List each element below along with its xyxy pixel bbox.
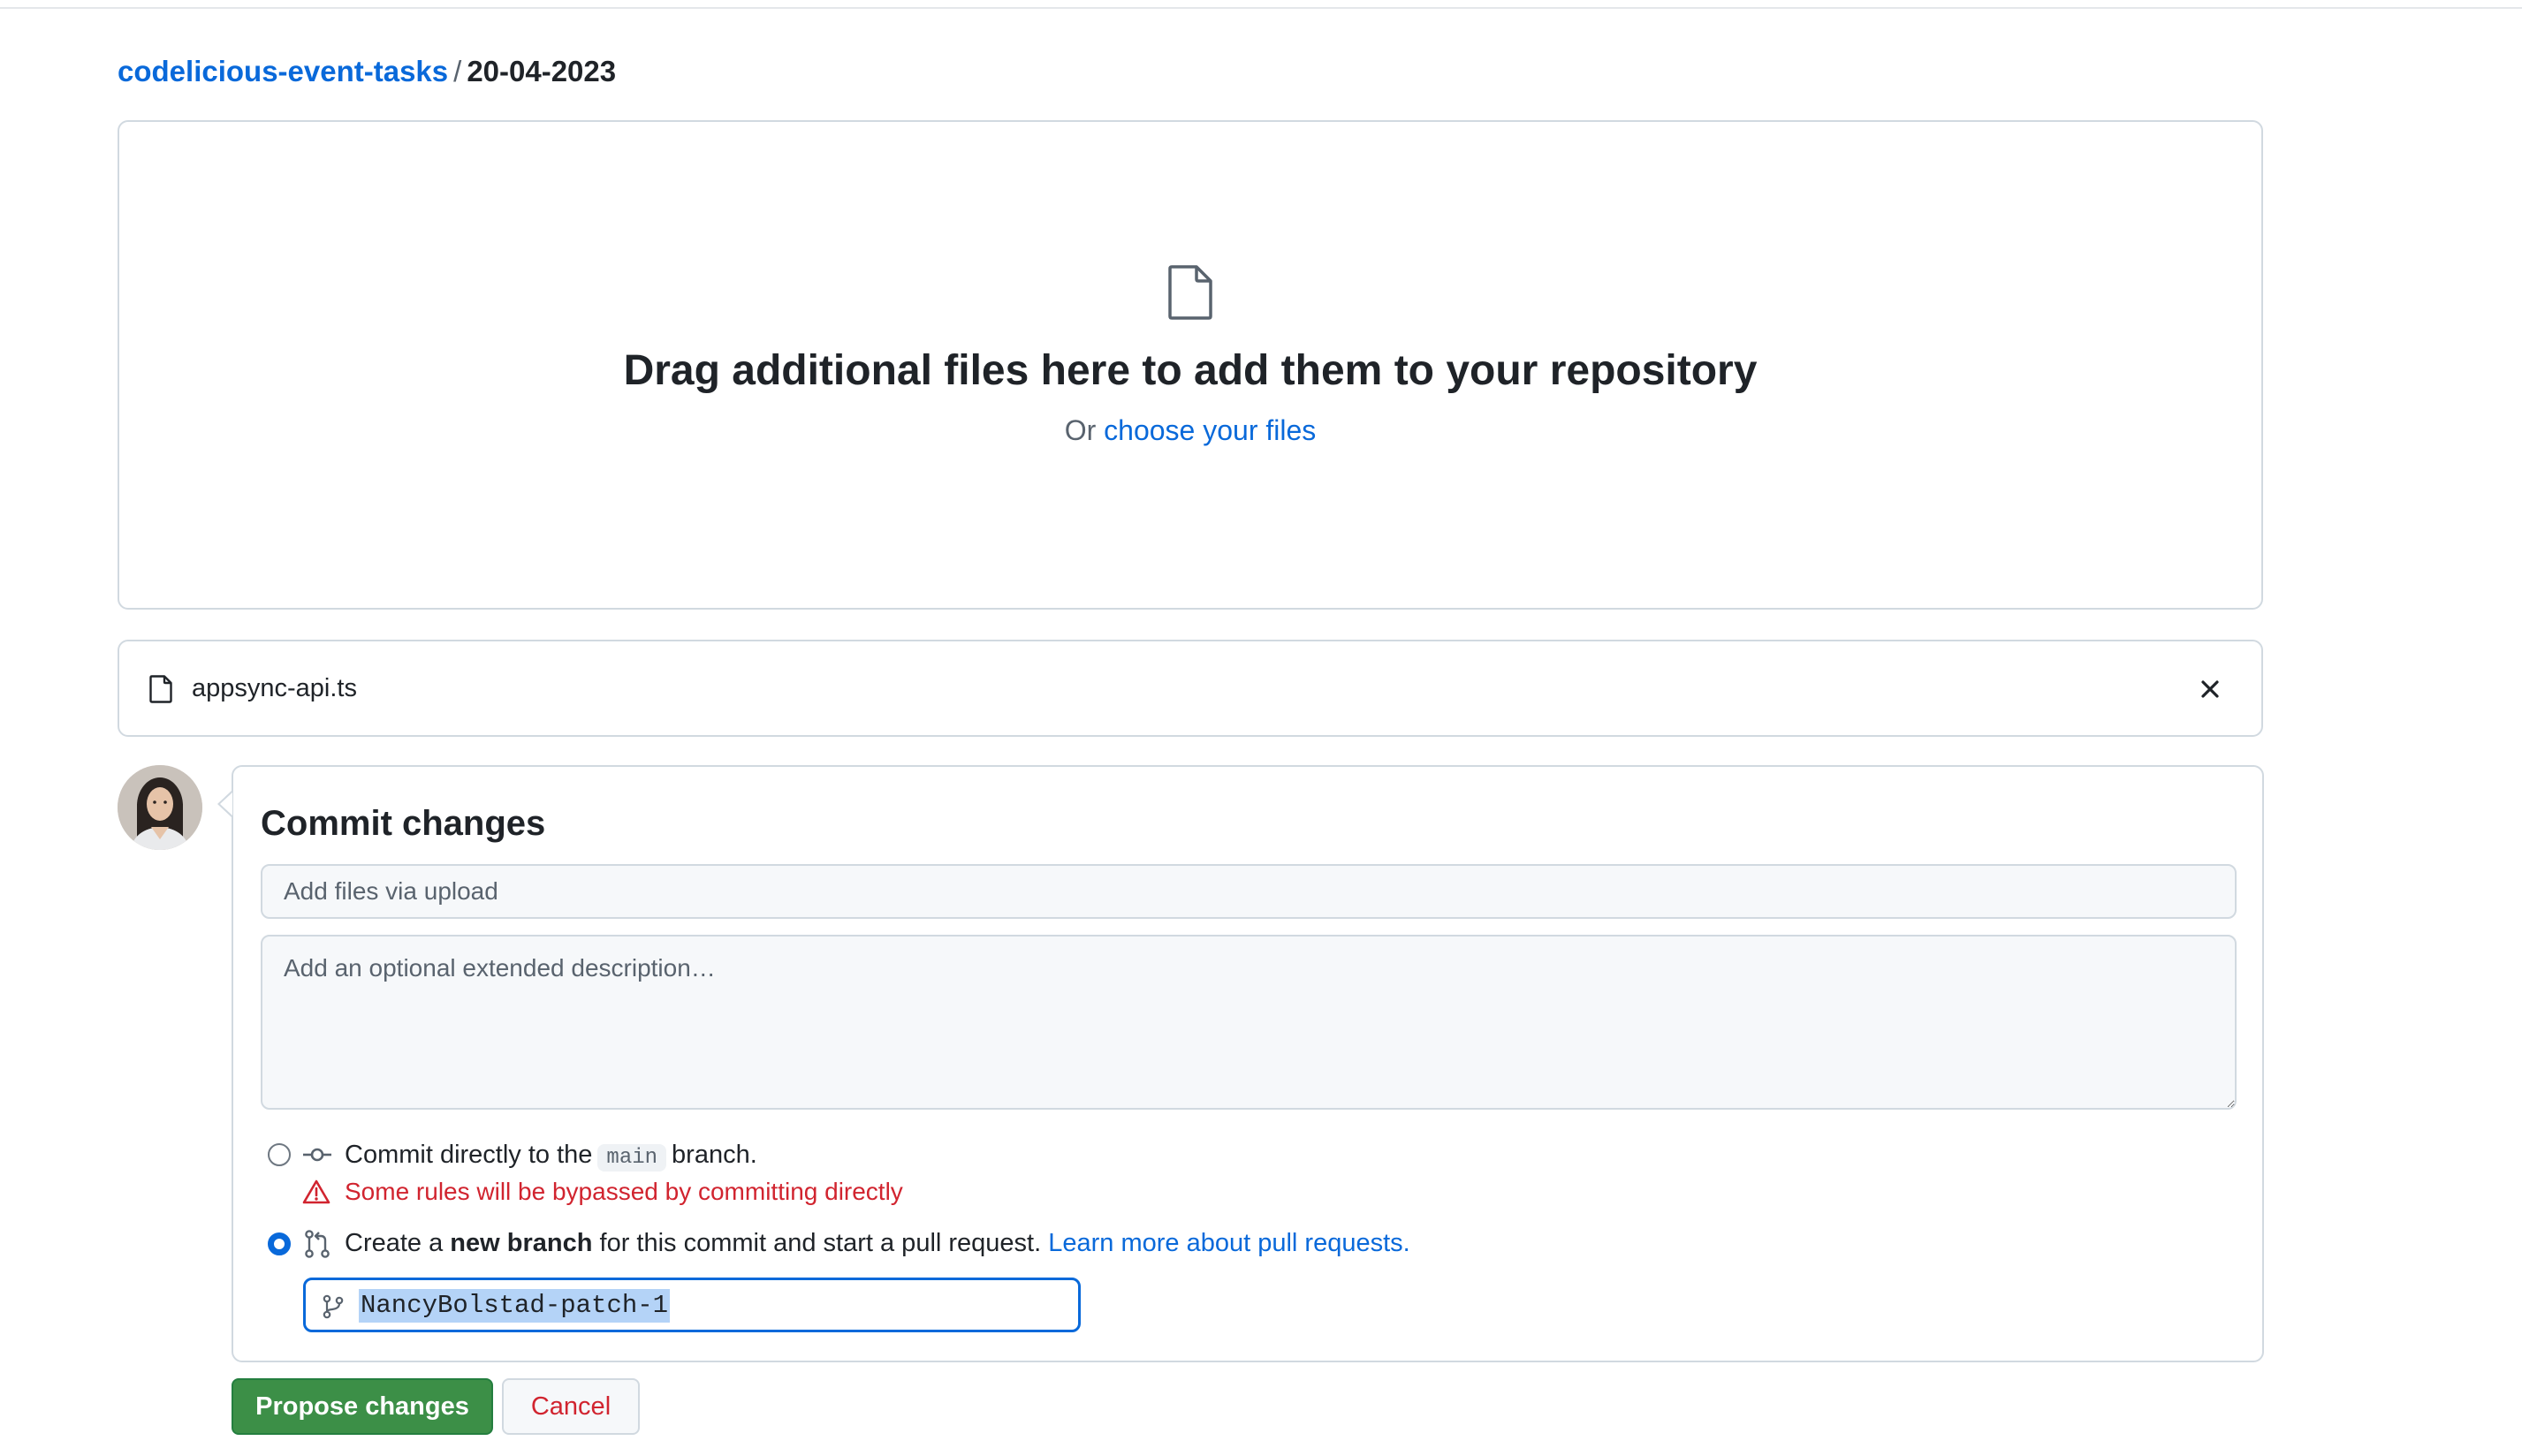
uploaded-file-name: appsync-api.ts (192, 674, 357, 702)
choose-files-link[interactable]: choose your files (1104, 414, 1316, 446)
commit-direct-text-after: branch. (672, 1141, 757, 1169)
commit-title: Commit changes (261, 804, 546, 843)
top-divider (0, 0, 2522, 9)
branch-name-field[interactable]: NancyBolstad-patch-1 (303, 1278, 1081, 1332)
dropzone-or-text: Or (1064, 414, 1097, 446)
alert-icon (302, 1179, 330, 1204)
file-icon (149, 675, 172, 703)
cancel-button[interactable]: Cancel (502, 1378, 640, 1435)
breadcrumb-separator: / (453, 55, 462, 87)
pull-request-icon (305, 1230, 330, 1258)
git-commit-icon (303, 1148, 331, 1162)
uploaded-file-row: appsync-api.ts (118, 640, 2263, 737)
avatar[interactable] (118, 765, 202, 850)
learn-more-pull-requests-link[interactable]: Learn more about pull requests. (1048, 1229, 1409, 1257)
branch-name-chip: main (597, 1144, 667, 1172)
new-branch-label: Create a new branch for this commit and … (345, 1226, 1410, 1260)
new-branch-radio[interactable] (268, 1232, 291, 1255)
breadcrumb-repo-link[interactable]: codelicious-event-tasks (118, 55, 448, 87)
commit-box-caret-inner (220, 792, 232, 815)
file-icon (1168, 265, 1212, 320)
close-icon[interactable] (2192, 671, 2228, 707)
user-avatar-image (118, 765, 202, 850)
new-branch-text-after: for this commit and start a pull request… (599, 1229, 1042, 1257)
git-branch-icon (323, 1294, 344, 1319)
commit-summary-input[interactable] (261, 864, 2237, 919)
bypass-warning: Some rules will be bypassed by committin… (345, 1178, 903, 1205)
commit-direct-text: Commit directly to the (345, 1141, 593, 1169)
breadcrumb: codelicious-event-tasks/20-04-2023 (118, 53, 616, 90)
branch-name-input[interactable]: NancyBolstad-patch-1 (359, 1289, 671, 1323)
new-branch-text: Create a (345, 1229, 444, 1257)
new-branch-bold: new branch (450, 1229, 593, 1257)
dropzone-subtitle: Or choose your files (118, 412, 2263, 449)
commit-direct-radio[interactable] (268, 1143, 291, 1166)
breadcrumb-directory: 20-04-2023 (467, 55, 617, 87)
commit-description-textarea[interactable] (261, 935, 2237, 1110)
commit-direct-label: Commit directly to the main branch. (345, 1138, 757, 1175)
dropzone-title: Drag additional files here to add them t… (623, 347, 1758, 394)
propose-changes-button[interactable]: Propose changes (232, 1378, 493, 1435)
